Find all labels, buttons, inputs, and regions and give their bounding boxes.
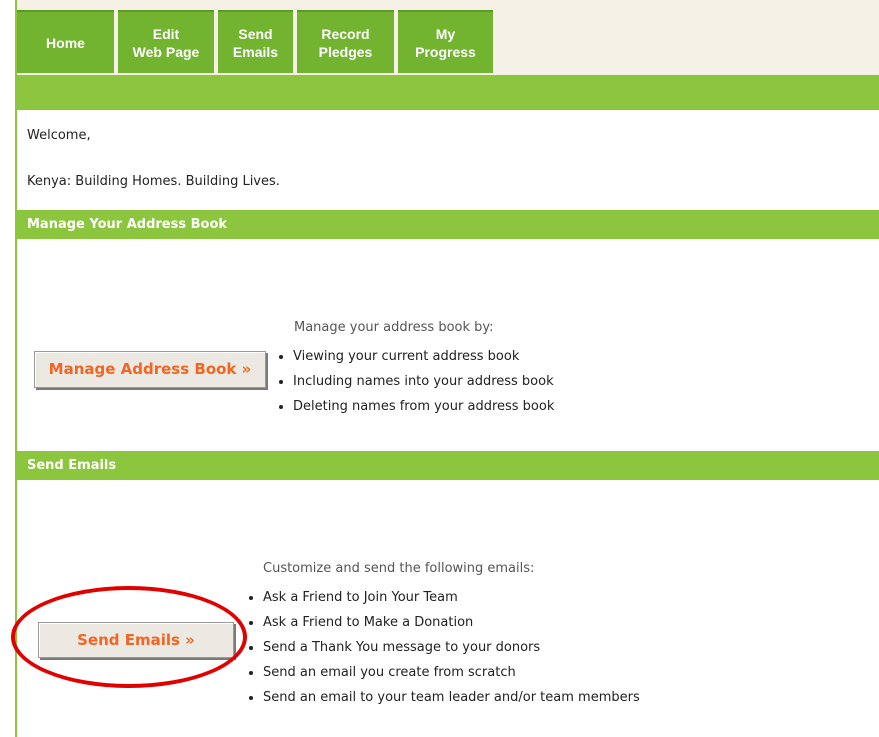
nav-sub-strip: [17, 75, 879, 110]
list-item: Deleting names from your address book: [293, 394, 554, 419]
manage-address-book-button[interactable]: Manage Address Book »: [34, 351, 266, 388]
address-book-section-header: Manage Your Address Book: [17, 210, 879, 239]
main-nav: Home Edit Web Page Send Emails Record Pl…: [17, 10, 497, 75]
list-item: Send an email to your team leader and/or…: [263, 685, 640, 710]
send-emails-list: Ask a Friend to Join Your Team Ask a Fri…: [246, 585, 640, 710]
tab-send-label-1: Send: [238, 25, 273, 42]
send-emails-section-header: Send Emails: [17, 451, 879, 480]
list-item: Ask a Friend to Join Your Team: [263, 585, 640, 610]
list-item: Including names into your address book: [293, 369, 554, 394]
tab-home[interactable]: Home: [17, 10, 114, 73]
tab-edit-label-2: Web Page: [132, 43, 200, 60]
tab-record-label-1: Record: [321, 25, 370, 42]
list-item: Send a Thank You message to your donors: [263, 635, 640, 660]
tab-record-label-2: Pledges: [318, 43, 373, 60]
list-item: Ask a Friend to Make a Donation: [263, 610, 640, 635]
tab-record-pledges[interactable]: Record Pledges: [297, 10, 394, 73]
tab-send-label-2: Emails: [232, 43, 279, 60]
list-item: Viewing your current address book: [293, 344, 554, 369]
tab-home-label: Home: [46, 34, 85, 51]
tab-my-progress[interactable]: My Progress: [398, 10, 493, 73]
list-item: Send an email you create from scratch: [263, 660, 640, 685]
send-emails-description: Customize and send the following emails:: [263, 561, 535, 576]
welcome-text: Welcome,: [27, 128, 91, 143]
tab-progress-label-2: Progress: [415, 43, 476, 60]
tab-progress-label-1: My: [435, 25, 456, 42]
tab-edit-web-page[interactable]: Edit Web Page: [118, 10, 214, 73]
address-book-list: Viewing your current address book Includ…: [276, 344, 554, 419]
send-emails-button[interactable]: Send Emails »: [38, 622, 234, 658]
address-book-description: Manage your address book by:: [294, 320, 494, 335]
campaign-title: Kenya: Building Homes. Building Lives.: [27, 174, 280, 189]
tab-edit-label-1: Edit: [152, 25, 180, 42]
tab-send-emails[interactable]: Send Emails: [218, 10, 293, 73]
